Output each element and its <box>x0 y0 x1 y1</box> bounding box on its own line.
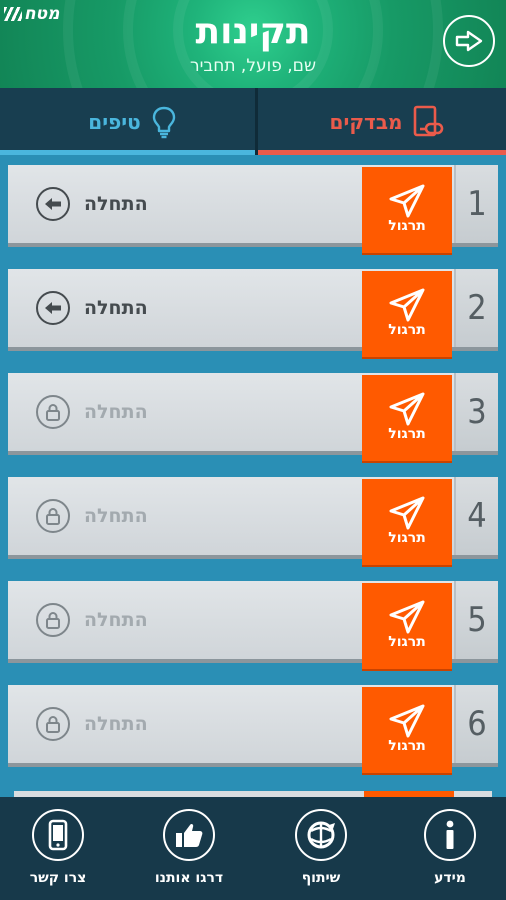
practice-button[interactable]: תרגול <box>362 167 452 253</box>
practice-label: תרגול <box>388 738 426 754</box>
level-list: 1 תרגול התחלה 2 תרגול התחלה 3 תרגול התחל… <box>0 155 506 795</box>
arrow-left-icon <box>36 187 70 221</box>
page-subtitle: שם, פועל, תחביר <box>190 56 316 76</box>
practice-button[interactable]: תרגול <box>362 375 452 461</box>
lightbulb-icon <box>152 106 175 138</box>
share-button[interactable]: שיתוף <box>266 809 376 895</box>
test-sheet-icon <box>414 105 444 136</box>
paper-plane-icon <box>389 288 425 322</box>
lock-icon <box>36 707 70 741</box>
start-label: התחלה <box>84 401 148 423</box>
level-number: 3 <box>454 373 498 451</box>
level-number: 5 <box>454 581 498 659</box>
paper-plane-icon <box>389 184 425 218</box>
level-row: 6 תרגול התחלה <box>8 677 498 773</box>
practice-label: תרגול <box>388 530 426 546</box>
level-row: 2 תרגול התחלה <box>8 261 498 357</box>
level-row: 4 תרגול התחלה <box>8 469 498 565</box>
level-number: 1 <box>454 165 498 243</box>
rate-label: דרגו אותנו <box>154 870 224 886</box>
start-label: התחלה <box>84 713 148 735</box>
start-label: התחלה <box>84 609 148 631</box>
level-number: 2 <box>454 269 498 347</box>
tab-divider <box>255 88 258 155</box>
thumbs-up-icon <box>163 809 215 861</box>
back-button[interactable] <box>443 15 495 67</box>
share-icon <box>295 809 347 861</box>
level-row: 5 תרגול התחלה <box>8 573 498 669</box>
start-button-locked: התחלה <box>36 373 148 451</box>
paper-plane-icon <box>389 600 425 634</box>
tab-tips[interactable]: טיפים <box>0 88 255 155</box>
practice-label: תרגול <box>388 218 426 234</box>
level-number: 4 <box>454 477 498 555</box>
practice-label: תרגול <box>388 322 426 338</box>
lock-icon <box>36 603 70 637</box>
share-label: שיתוף <box>301 870 341 886</box>
practice-button[interactable]: תרגול <box>362 271 452 357</box>
level-row: 3 תרגול התחלה <box>8 365 498 461</box>
info-label: מידע <box>434 870 466 886</box>
level-number: 6 <box>454 685 498 763</box>
lock-icon <box>36 499 70 533</box>
lock-icon <box>36 395 70 429</box>
page-title: תקינות <box>195 11 311 52</box>
start-button-locked: התחלה <box>36 477 148 555</box>
practice-button[interactable]: תרגול <box>362 687 452 773</box>
contact-label: צרו קשר <box>29 870 87 886</box>
tab-bar: מבדקים טיפים <box>0 88 506 155</box>
info-icon <box>424 809 476 861</box>
info-button[interactable]: מידע <box>395 809 505 895</box>
arrow-right-circle-icon <box>455 30 483 52</box>
contact-button[interactable]: צרו קשר <box>3 809 113 895</box>
start-button[interactable]: התחלה <box>36 165 148 243</box>
start-label: התחלה <box>84 193 148 215</box>
arrow-left-icon <box>36 291 70 325</box>
start-label: התחלה <box>84 505 148 527</box>
paper-plane-icon <box>389 704 425 738</box>
start-label: התחלה <box>84 297 148 319</box>
tab-tips-label: טיפים <box>88 109 141 134</box>
paper-plane-icon <box>389 392 425 426</box>
rate-button[interactable]: דרגו אותנו <box>134 809 244 895</box>
paper-plane-icon <box>389 496 425 530</box>
start-button-locked: התחלה <box>36 685 148 763</box>
practice-button[interactable]: תרגול <box>362 479 452 565</box>
footer-bar: מידע שיתוף דרגו אותנו צרו קשר <box>0 797 506 900</box>
practice-button[interactable]: תרגול <box>362 583 452 669</box>
practice-label: תרגול <box>388 426 426 442</box>
tab-tests[interactable]: מבדקים <box>258 88 506 155</box>
header: מטח תקינות שם, פועל, תחביר <box>0 0 506 88</box>
practice-label: תרגול <box>388 634 426 650</box>
start-button[interactable]: התחלה <box>36 269 148 347</box>
phone-icon <box>32 809 84 861</box>
start-button-locked: התחלה <box>36 581 148 659</box>
tab-tests-label: מבדקים <box>329 109 403 134</box>
level-row: 1 תרגול התחלה <box>8 157 498 253</box>
